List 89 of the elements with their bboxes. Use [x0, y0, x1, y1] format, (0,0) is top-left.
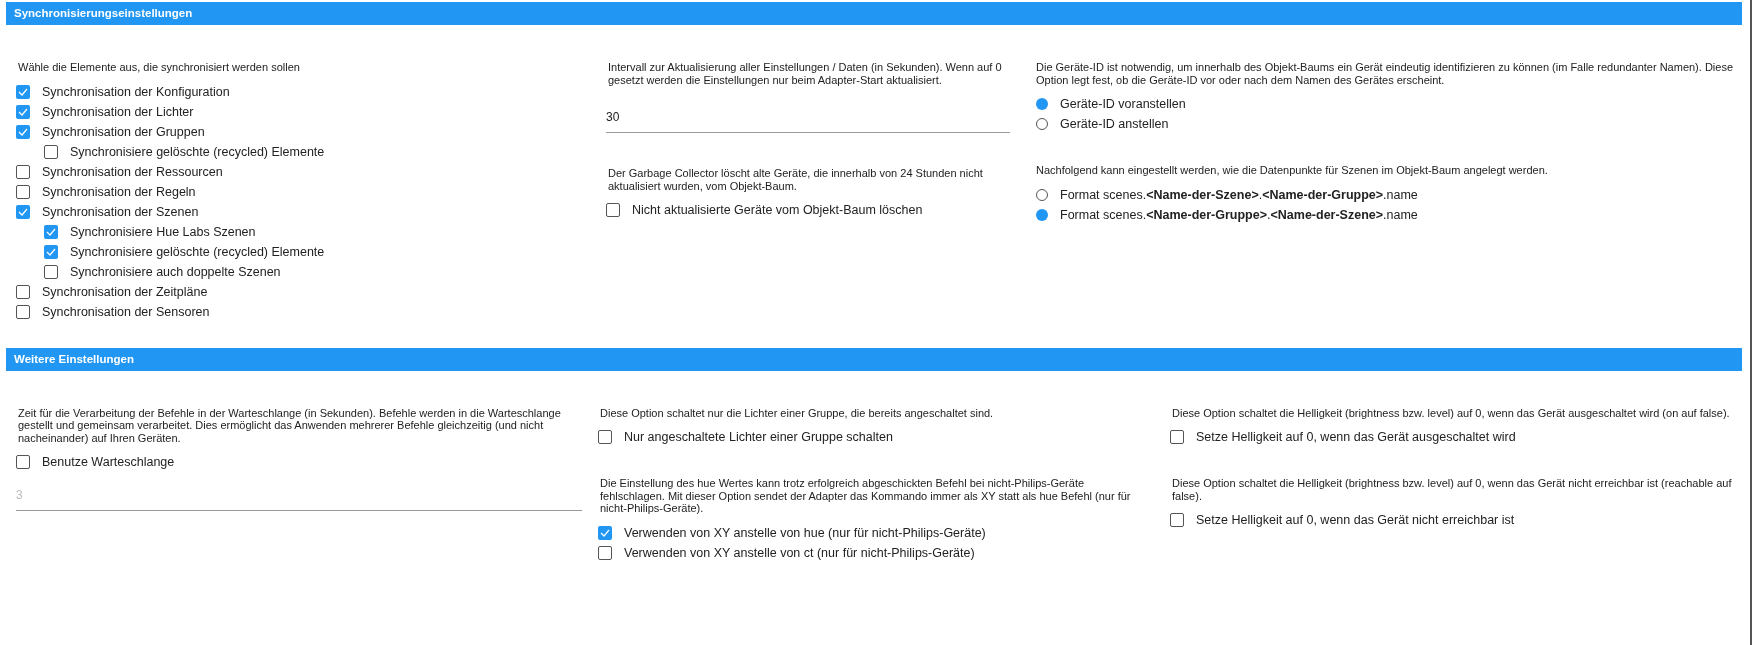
- radio-button[interactable]: [1036, 118, 1048, 130]
- checkbox-label: Verwenden von XY anstelle von hue (nur für nicht-Philips-Geräte): [624, 525, 986, 540]
- checkbox-option[interactable]: Synchronisation der Gruppen: [16, 121, 590, 142]
- checkbox-option[interactable]: Verwenden von XY anstelle von hue (nur für nicht-Philips-Geräte): [598, 522, 1134, 543]
- checkbox-option[interactable]: Synchronisation der Regeln: [16, 181, 590, 202]
- description-text: Die Geräte-ID ist notwendig, um innerhalb des Objekt-Baums ein Gerät eindeutig identifizieren zu können (im Falle redundanter Namen). Diese Option legt fest, ob die Geräte-ID vor oder nach dem Namen des Gerätes erscheint.: [1035, 61, 1735, 86]
- checkbox[interactable]: [1170, 430, 1184, 444]
- checkbox-option[interactable]: Setze Helligkeit auf 0, wenn das Gerät nicht erreichbar ist: [1150, 510, 1742, 530]
- description-text: Der Garbage Collector löscht alte Geräte, die innerhalb von 24 Stunden nicht aktualisiert wurden, vom Objekt-Baum.: [607, 167, 984, 192]
- checkbox-label: Nur angeschaltete Lichter einer Gruppe schalten: [624, 430, 893, 444]
- checkbox-option[interactable]: Synchronisiere auch doppelte Szenen: [16, 261, 590, 282]
- checkbox-option[interactable]: Synchronisiere Hue Labs Szenen: [16, 221, 590, 242]
- checkbox[interactable]: [1170, 513, 1184, 527]
- description-text: Nachfolgend kann eingestellt werden, wie die Datenpunkte für Szenen im Objekt-Baum angelegt werden.: [1035, 164, 1549, 177]
- checkbox-option[interactable]: Nur angeschaltete Lichter einer Gruppe schalten: [598, 427, 1134, 447]
- checkmark-icon: [46, 247, 56, 256]
- checkbox-option[interactable]: Synchronisiere gelöschte (recycled) Elemente: [16, 141, 590, 162]
- description-text: Diese Option schaltet nur die Lichter einer Gruppe, die bereits angeschaltet sind.: [599, 406, 995, 419]
- number-input-field[interactable]: 30: [606, 102, 1010, 133]
- section-header: Weitere Einstellungen: [6, 347, 1742, 371]
- radio-option[interactable]: Format scenes.<Name-der-Szene>.<Name-der-Gruppe>.name: [1026, 184, 1742, 205]
- checkbox[interactable]: [598, 430, 612, 444]
- checkbox-label: Synchronisation der Zeitpläne: [42, 284, 208, 299]
- checkbox-option[interactable]: Benutze Warteschlange: [16, 452, 582, 472]
- radio-label: Format scenes.<Name-der-Gruppe>.<Name-der-Szene>.name: [1060, 207, 1418, 222]
- checkbox[interactable]: [44, 264, 58, 279]
- radio-option[interactable]: Geräte-ID anstellen: [1026, 114, 1742, 134]
- checkbox[interactable]: [44, 244, 58, 259]
- description-text: Die Einstellung des hue Wertes kann trotz erfolgreich abgeschickten Befehl bei nicht-Philips-Geräte fehlschlagen. Mit dieser Option sendet der Adapter das Kommando immer als XY statt als hue Befehl (nur für nicht-Philips-Geräte).: [599, 477, 1132, 515]
- checkbox-label: Benutze Warteschlange: [42, 455, 175, 469]
- checkbox[interactable]: [16, 304, 30, 319]
- checkbox-label: Synchronisiere gelöschte (recycled) Elemente: [70, 144, 325, 159]
- checkbox[interactable]: [16, 204, 30, 219]
- checkmark-icon: [46, 227, 56, 236]
- checkbox-label: Synchronisation der Sensoren: [42, 304, 210, 319]
- checkbox[interactable]: [598, 545, 612, 560]
- checkbox[interactable]: [16, 164, 30, 179]
- checkbox[interactable]: [16, 455, 30, 469]
- checkmark-icon: [18, 87, 28, 96]
- radio-option[interactable]: Geräte-ID voranstellen: [1026, 94, 1742, 114]
- checkbox-option[interactable]: Synchronisation der Szenen: [16, 201, 590, 222]
- checkbox[interactable]: [16, 284, 30, 299]
- checkbox-label: Nicht aktualisierte Geräte vom Objekt-Baum löschen: [632, 203, 923, 217]
- checkbox-label: Synchronisiere auch doppelte Szenen: [70, 264, 281, 279]
- checkbox-label: Synchronisation der Gruppen: [42, 124, 205, 139]
- checkbox[interactable]: [44, 224, 58, 239]
- checkbox-option[interactable]: Verwenden von XY anstelle von ct (nur für nicht-Philips-Geräte): [598, 542, 1134, 563]
- description-text: Diese Option schaltet die Helligkeit (brightness bzw. level) auf 0, wenn das Gerät ausgeschaltet wird (on auf false).: [1171, 406, 1731, 419]
- checkbox-label: Synchronisation der Lichter: [42, 104, 194, 119]
- checkbox-label: Synchronisation der Konfiguration: [42, 84, 230, 99]
- description-text: Intervall zur Aktualisierung aller Einstellungen / Daten (in Sekunden). Wenn auf 0 gesetzt werden die Einstellungen nur beim Adapter-Start aktualisiert.: [607, 61, 1003, 86]
- checkbox-option[interactable]: Nicht aktualisierte Geräte vom Objekt-Baum löschen: [606, 200, 1010, 220]
- checkbox[interactable]: [598, 525, 612, 540]
- description-text: Zeit für die Verarbeitung der Befehle in der Warteschlange (in Sekunden). Befehle werden in die Warteschlange gestellt und gemeinsam verarbeitet. Dies ermöglicht das Anwenden mehrerer Befehle gleichzeitig (und nicht nacheinander) auf Ihren Geräten.: [17, 406, 562, 444]
- checkbox-option[interactable]: Synchronisation der Konfiguration: [16, 81, 590, 102]
- radio-label: Geräte-ID voranstellen: [1060, 97, 1186, 111]
- checkbox-option[interactable]: Setze Helligkeit auf 0, wenn das Gerät ausgeschaltet wird: [1150, 427, 1742, 447]
- checkbox-label: Synchronisation der Ressourcen: [42, 164, 223, 179]
- checkbox[interactable]: [16, 84, 30, 99]
- checkbox-option[interactable]: Synchronisation der Lichter: [16, 101, 590, 122]
- checkbox[interactable]: [16, 184, 30, 199]
- checkmark-icon: [18, 207, 28, 216]
- checkbox[interactable]: [44, 144, 58, 159]
- checkbox-label: Synchronisation der Szenen: [42, 204, 199, 219]
- checkbox-label: Synchronisiere Hue Labs Szenen: [70, 224, 256, 239]
- checkbox[interactable]: [16, 104, 30, 119]
- checkmark-icon: [18, 127, 28, 136]
- checkbox-label: Synchronisation der Regeln: [42, 184, 196, 199]
- checkbox-option[interactable]: Synchronisation der Ressourcen: [16, 161, 590, 182]
- checkbox-label: Setze Helligkeit auf 0, wenn das Gerät nicht erreichbar ist: [1196, 513, 1515, 527]
- checkbox[interactable]: [16, 124, 30, 139]
- checkbox-label: Synchronisiere gelöschte (recycled) Elemente: [70, 244, 325, 259]
- description-text: Wähle die Elemente aus, die synchronisiert werden sollen: [17, 61, 301, 74]
- radio-option[interactable]: Format scenes.<Name-der-Gruppe>.<Name-der-Szene>.name: [1026, 204, 1742, 225]
- checkbox-label: Setze Helligkeit auf 0, wenn das Gerät ausgeschaltet wird: [1196, 430, 1516, 444]
- radio-button[interactable]: [1036, 98, 1048, 110]
- radio-button[interactable]: [1036, 208, 1048, 221]
- radio-button[interactable]: [1036, 188, 1048, 201]
- checkbox-option[interactable]: Synchronisation der Sensoren: [16, 301, 590, 322]
- description-text: Diese Option schaltet die Helligkeit (brightness bzw. level) auf 0, wenn das Gerät nicht erreichbar ist (reachable auf false).: [1171, 477, 1733, 502]
- radio-label: Format scenes.<Name-der-Szene>.<Name-der-Gruppe>.name: [1060, 187, 1418, 202]
- radio-label: Geräte-ID anstellen: [1060, 117, 1169, 131]
- checkmark-icon: [18, 107, 28, 116]
- checkbox-option[interactable]: Synchronisation der Zeitpläne: [16, 281, 590, 302]
- section-header: Synchronisierungseinstellungen: [6, 2, 1742, 25]
- checkbox-option[interactable]: Synchronisiere gelöschte (recycled) Elemente: [16, 241, 590, 262]
- checkmark-icon: [600, 528, 610, 537]
- checkbox[interactable]: [606, 203, 620, 217]
- checkbox-label: Verwenden von XY anstelle von ct (nur für nicht-Philips-Geräte): [624, 545, 975, 560]
